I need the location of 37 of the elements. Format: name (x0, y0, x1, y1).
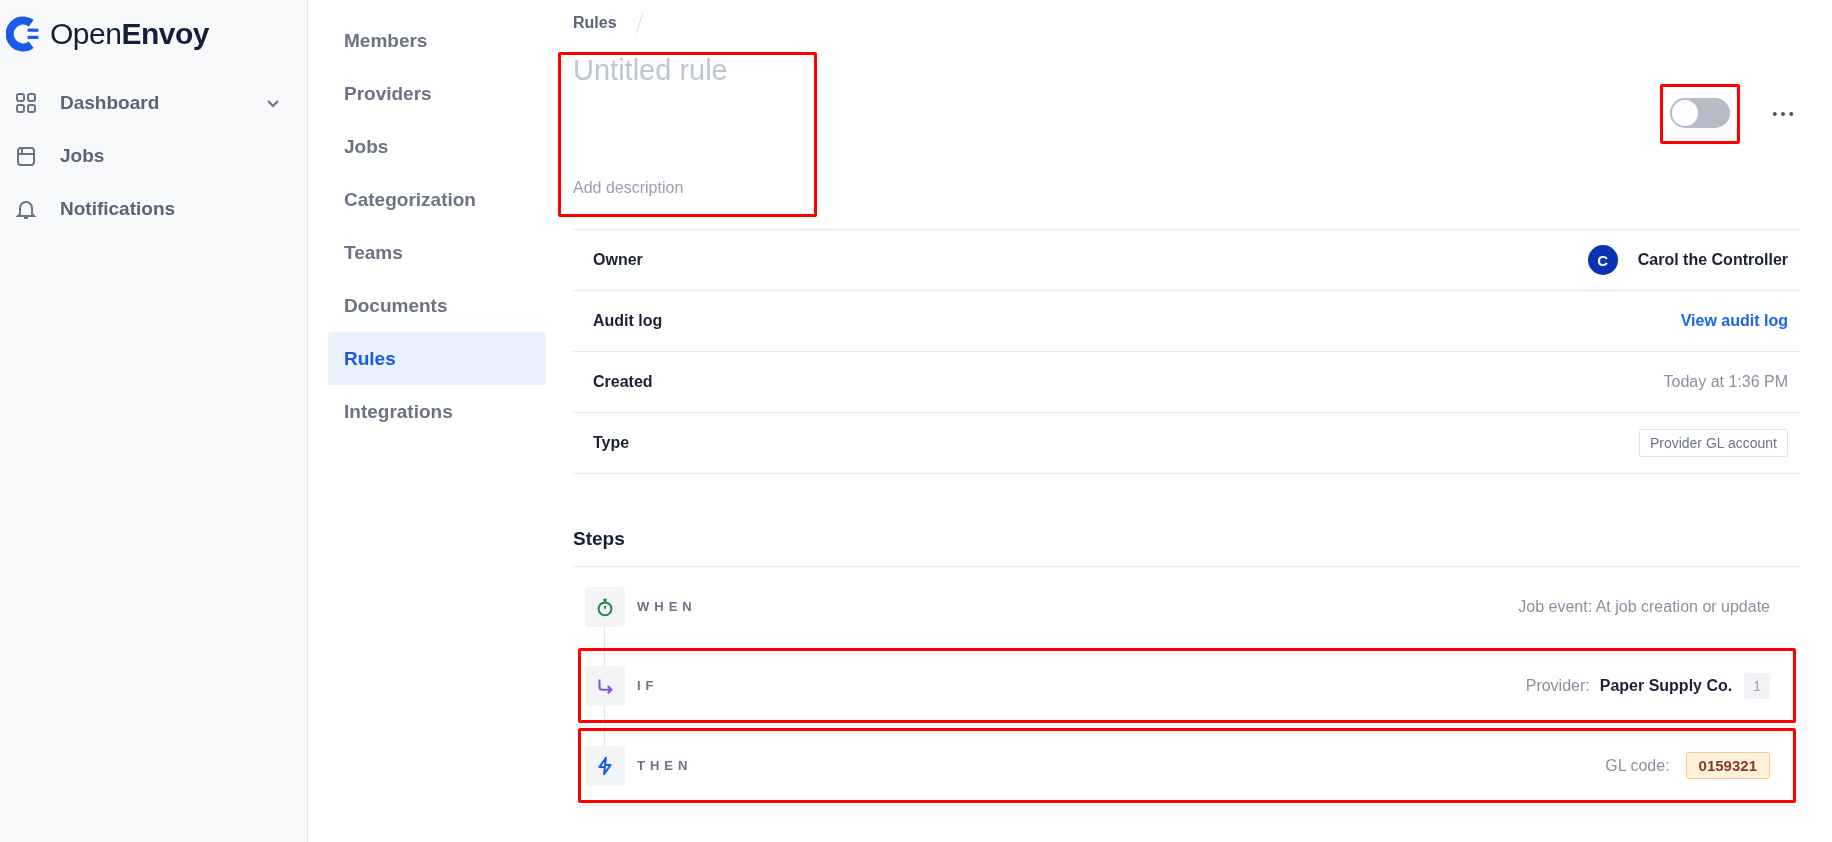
step-label: IF (637, 678, 660, 693)
gl-code-tag: 0159321 (1685, 752, 1770, 779)
detail-label: Created (593, 373, 653, 391)
detail-label: Audit log (593, 312, 663, 330)
type-tag: Provider GL account (1638, 429, 1788, 457)
settings-nav-item[interactable]: Rules (328, 332, 546, 385)
step-text: Job event: At job creation or update (1518, 597, 1770, 616)
section-heading: Steps (573, 528, 1800, 567)
sidebar-item[interactable]: Jobs (0, 129, 307, 182)
brand-name: OpenEnvoy (50, 17, 209, 51)
count-badge: 1 (1744, 672, 1770, 699)
settings-nav-item[interactable]: Jobs (328, 120, 546, 173)
breadcrumb-link[interactable]: Rules (573, 14, 617, 32)
more-icon (1772, 109, 1794, 118)
action-field: GL code: (1605, 756, 1670, 775)
settings-nav-item[interactable]: Categorization (328, 173, 546, 226)
detail-label: Owner (593, 251, 643, 269)
step-label: WHEN (637, 599, 698, 614)
detail-value: Today at 1:36 PM (1663, 373, 1788, 391)
settings-nav-item[interactable]: Teams (328, 226, 546, 279)
sidebar-item[interactable]: Dashboard (0, 76, 307, 129)
owner-name: Carol the Controller (1637, 251, 1788, 269)
settings-nav-item[interactable]: Members (328, 14, 546, 67)
description-field[interactable]: Add description (573, 179, 753, 197)
grid-icon (14, 90, 38, 115)
step-label: THEN (637, 758, 694, 773)
settings-nav-item[interactable]: Providers (328, 67, 546, 120)
condition-value: Paper Supply Co. (1599, 676, 1733, 695)
avatar: C (1587, 245, 1618, 275)
settings-nav-item[interactable]: Integrations (328, 385, 546, 438)
settings-nav-item[interactable]: Documents (328, 279, 546, 332)
sidebar-item[interactable]: Notifications (0, 182, 307, 235)
title-field[interactable]: Untitled rule (573, 54, 753, 87)
detail-label: Type (593, 434, 630, 452)
condition-field: Provider: (1525, 676, 1590, 695)
audit-log-link[interactable]: View audit log (1680, 312, 1788, 330)
toggle-switch[interactable] (1670, 98, 1730, 128)
